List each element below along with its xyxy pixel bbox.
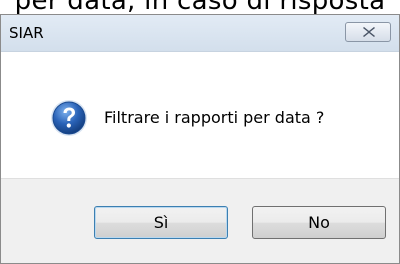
message-area: Filtrare i rapporti per data ? (1, 52, 399, 178)
title-bar[interactable]: SIAR (1, 15, 399, 52)
button-bar: Sì No (1, 178, 399, 263)
message-text: Filtrare i rapporti per data ? (104, 108, 325, 127)
message-box-dialog: SIAR Filtrare i rapporti per data ? Sì N… (0, 14, 400, 264)
window-title: SIAR (9, 24, 44, 42)
no-button[interactable]: No (252, 206, 386, 239)
yes-button[interactable]: Sì (94, 206, 228, 239)
question-icon (51, 100, 87, 136)
close-button[interactable] (345, 22, 391, 42)
close-icon (363, 27, 375, 37)
